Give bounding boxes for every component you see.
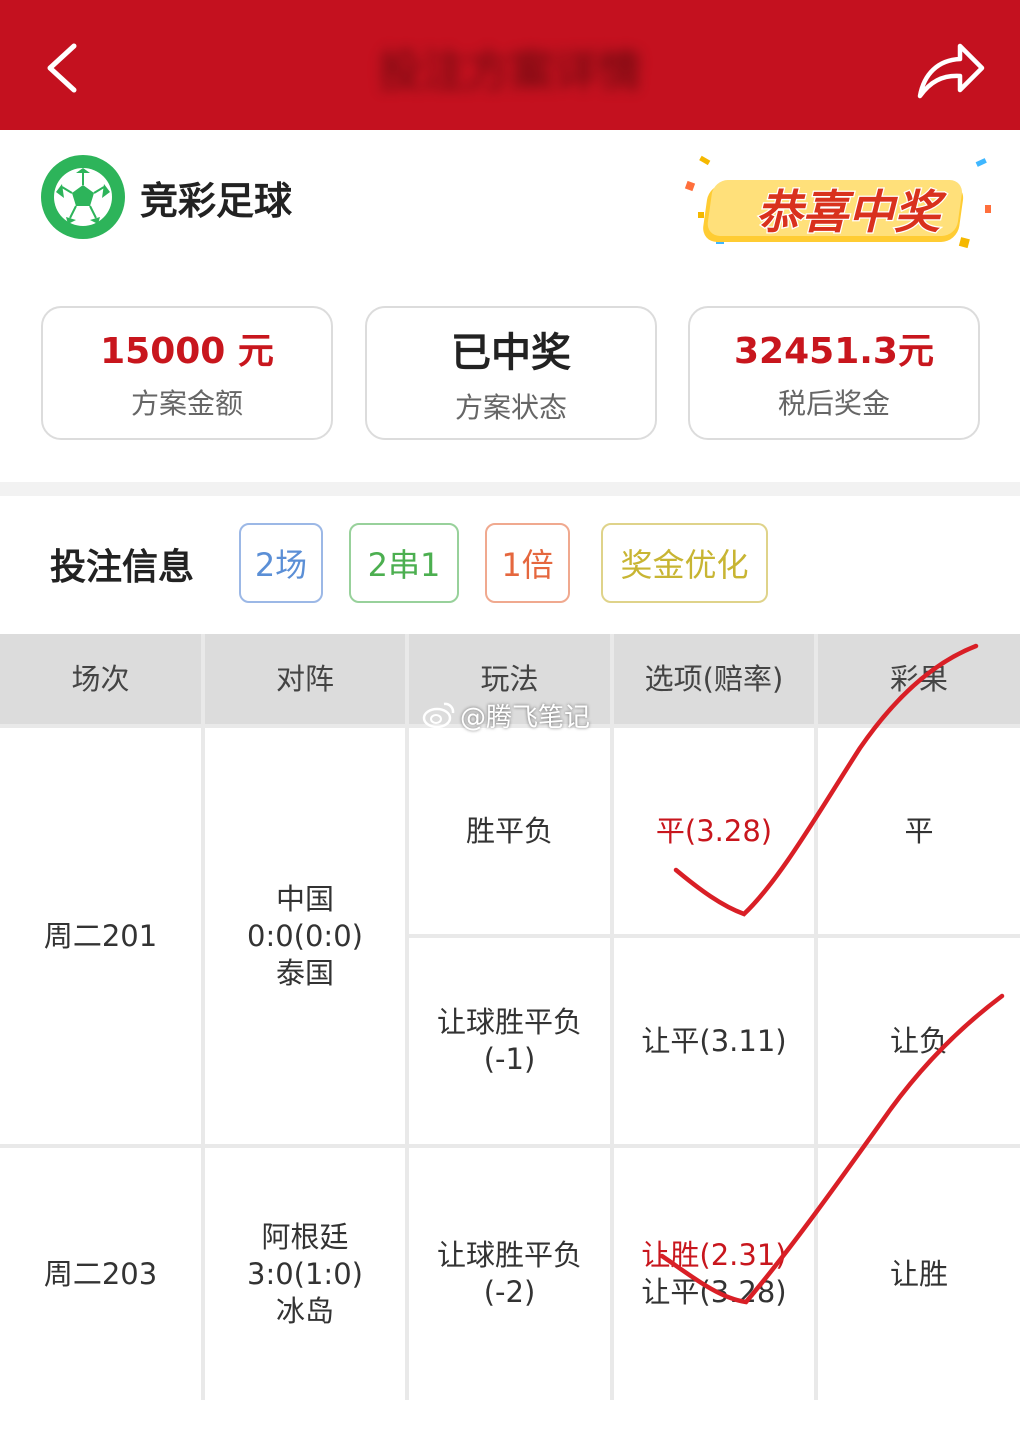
brand-name: 竞彩足球: [140, 178, 293, 223]
share-icon: [917, 43, 985, 99]
match-score: 0:0(0:0): [247, 918, 363, 953]
soccer-ball-icon: [41, 155, 125, 239]
tag-prize-optimization: 奖金优化: [601, 523, 768, 603]
header-teams: 对阵: [205, 634, 405, 724]
match-2-id: 周二203: [0, 1148, 201, 1400]
header-match-no: 场次: [0, 634, 201, 724]
plan-amount-value: 15000 元: [100, 331, 274, 372]
tag-match-count: 2场: [239, 523, 323, 603]
option-odds: 让平(3.28): [641, 1275, 787, 1309]
after-tax-prize-label: 税后奖金: [777, 387, 890, 420]
tag-multiplier: 1倍: [485, 523, 570, 603]
match-2-teams: 阿根廷 3:0(1:0) 冰岛: [205, 1148, 405, 1400]
option-odds: 让平(3.11): [641, 1023, 787, 1058]
header-bar: 投注方案详情: [0, 0, 1020, 130]
play-type-label: 让球胜平负: [436, 1238, 582, 1272]
watermark-text: @腾飞笔记: [460, 702, 591, 733]
play-type-label: 让球胜平负: [436, 1005, 582, 1039]
match-2-play-1-options: 让胜(2.31) 让平(3.28): [614, 1148, 814, 1400]
stat-card-prize: 32451.3元 税后奖金: [688, 306, 980, 440]
weibo-icon: [422, 702, 455, 729]
plan-amount-label: 方案金额: [130, 387, 243, 420]
away-team: 冰岛: [275, 1293, 334, 1328]
plan-status-value: 已中奖: [451, 330, 571, 376]
match-2-play-1-result: 让胜: [818, 1148, 1020, 1400]
match-score: 3:0(1:0): [247, 1256, 363, 1291]
tag-parlay: 2串1: [349, 523, 459, 603]
option-odds: 让胜(2.31): [641, 1238, 787, 1272]
match-1-play-1-result: 平: [818, 728, 1020, 934]
match-1-play-2-type: 让球胜平负 (-1): [409, 938, 610, 1144]
play-handicap: (-2): [483, 1275, 536, 1309]
stat-card-status: 已中奖 方案状态: [365, 306, 657, 440]
share-button[interactable]: [910, 34, 990, 104]
page-title: 投注方案详情: [378, 46, 642, 97]
plan-status-label: 方案状态: [454, 391, 567, 424]
back-button[interactable]: [36, 38, 96, 98]
header-option-odds: 选项(赔率): [614, 634, 814, 724]
congrats-text: 恭喜中奖: [756, 185, 947, 239]
match-1-play-1-option: 平(3.28): [614, 728, 814, 934]
bet-info-title: 投注信息: [50, 547, 195, 588]
after-tax-prize-value: 32451.3元: [734, 331, 934, 372]
match-1-teams: 中国 0:0(0:0) 泰国: [205, 728, 405, 1144]
bet-table: 场次 对阵 玩法 选项(赔率) 彩果 周二201 中国 0:0(0:0) 泰国 …: [0, 634, 1020, 1400]
match-1-play-2-option: 让平(3.11): [614, 938, 814, 1144]
match-1-id: 周二201: [0, 728, 201, 1144]
option-odds: 平(3.28): [655, 813, 773, 848]
home-team: 中国: [275, 881, 334, 916]
match-1-play-1-type: 胜平负: [409, 728, 610, 934]
header-result: 彩果: [818, 634, 1020, 724]
section-divider: [0, 482, 1020, 496]
match-2-play-1-type: 让球胜平负 (-2): [409, 1148, 610, 1400]
match-1-play-2-result: 让负: [818, 938, 1020, 1144]
chevron-left-icon: [47, 43, 77, 93]
weibo-watermark: @腾飞笔记: [422, 698, 591, 733]
congrats-badge: 恭喜中奖: [680, 150, 1000, 260]
away-team: 泰国: [275, 955, 334, 990]
home-team: 阿根廷: [261, 1219, 349, 1254]
lottery-brand: 竞彩足球: [40, 154, 292, 240]
play-handicap: (-1): [483, 1042, 536, 1076]
stat-card-amount: 15000 元 方案金额: [41, 306, 333, 440]
